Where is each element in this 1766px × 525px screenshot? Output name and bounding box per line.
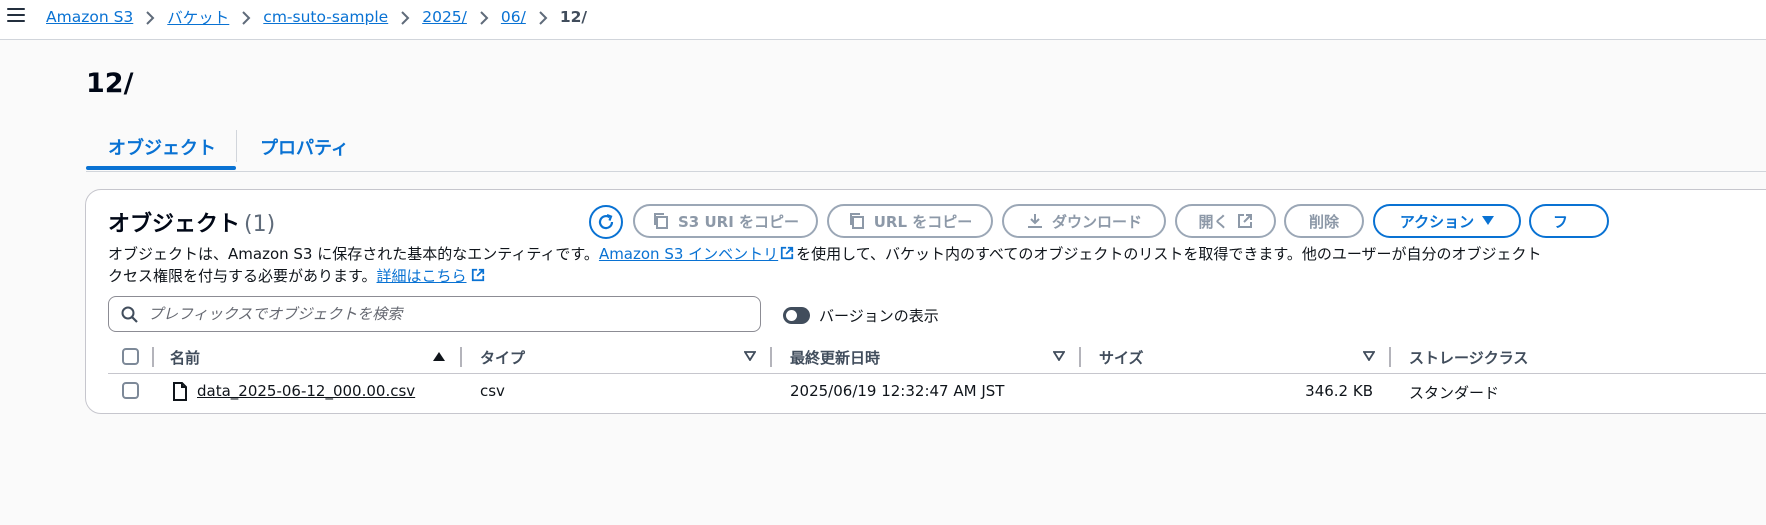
search-icon — [121, 306, 138, 323]
refresh-icon — [598, 213, 614, 230]
select-all-checkbox[interactable] — [122, 348, 139, 365]
sort-icon[interactable] — [744, 351, 756, 361]
refresh-button[interactable] — [589, 205, 623, 239]
version-toggle-label: バージョンの表示 — [819, 307, 939, 325]
breadcrumb-item-month[interactable]: 06/ — [501, 8, 526, 26]
caret-down-icon — [1482, 216, 1495, 225]
object-type: csv — [480, 382, 505, 400]
external-link-icon — [471, 268, 484, 282]
open-button[interactable]: 開く — [1175, 204, 1276, 238]
table-header: 名前 タイプ 最終更新日時 サイズ ストレージクラス — [108, 342, 1766, 374]
breadcrumb-item-bucket[interactable]: cm-suto-sample — [263, 8, 388, 26]
search-box — [108, 296, 761, 332]
delete-button[interactable]: 削除 — [1284, 204, 1364, 238]
page-title: 12/ — [86, 68, 134, 99]
sort-ascending-icon[interactable] — [433, 351, 445, 361]
description-text-2: を使用して、バケット内のすべてのオブジェクトのリストを取得できます。他のユーザー… — [796, 245, 1542, 263]
objects-count: (1) — [244, 212, 276, 237]
object-storage-class: スタンダード — [1409, 384, 1500, 402]
copy-s3-uri-label: S3 URI をコピー — [678, 212, 799, 231]
breadcrumb-current: 12/ — [559, 8, 588, 26]
active-tab-indicator — [86, 166, 236, 170]
delete-label: 削除 — [1308, 212, 1339, 231]
search-input[interactable] — [148, 305, 738, 323]
chevron-right-icon — [388, 8, 422, 26]
row-checkbox[interactable] — [122, 382, 139, 399]
sort-icon[interactable] — [1363, 351, 1375, 361]
column-separator[interactable] — [460, 347, 462, 367]
actions-label: アクション — [1399, 212, 1475, 231]
s3-inventory-link[interactable]: Amazon S3 インベントリ — [599, 245, 778, 263]
external-link-icon — [1237, 214, 1252, 228]
copy-url-button[interactable]: URL をコピー — [827, 204, 993, 238]
breadcrumb-item-year[interactable]: 2025/ — [422, 8, 467, 26]
breadcrumb-item-buckets[interactable]: バケット — [167, 6, 229, 28]
tab-divider — [236, 130, 237, 162]
chevron-right-icon — [467, 8, 501, 26]
chevron-right-icon — [133, 8, 167, 26]
tab-bar: オブジェクト プロパティ — [86, 124, 1766, 172]
copy-s3-uri-button[interactable]: S3 URI をコピー — [633, 204, 818, 238]
column-separator — [152, 347, 154, 367]
description-text-3: クセス権限を付与する必要があります。 — [108, 267, 377, 285]
description-text-1: オブジェクトは、Amazon S3 に保存された基本的なエンティティです。 — [108, 245, 599, 263]
file-icon — [173, 382, 187, 401]
objects-description: オブジェクトは、Amazon S3 に保存された基本的なエンティティです。Ama… — [108, 243, 1766, 287]
object-name-link[interactable]: data_2025-06-12_000.00.csv — [197, 382, 415, 400]
tab-objects[interactable]: オブジェクト — [108, 134, 216, 160]
download-button[interactable]: ダウンロード — [1002, 204, 1166, 238]
actions-dropdown-button[interactable]: アクション — [1373, 204, 1521, 238]
table-row: data_2025-06-12_000.00.csv csv 2025/06/1… — [108, 374, 1766, 410]
objects-header: オブジェクト (1) — [108, 206, 275, 238]
external-link-icon — [781, 246, 794, 260]
version-toggle-wrap: バージョンの表示 — [783, 305, 939, 326]
copy-icon — [849, 213, 864, 229]
version-toggle[interactable] — [783, 307, 810, 324]
column-separator[interactable] — [1389, 347, 1391, 367]
download-icon — [1027, 214, 1042, 228]
object-last-modified: 2025/06/19 12:32:47 AM JST — [790, 382, 1005, 400]
learn-more-link[interactable]: 詳細はこちら — [377, 267, 467, 285]
column-header-type[interactable]: タイプ — [480, 347, 525, 368]
column-header-size[interactable]: サイズ — [1099, 347, 1144, 368]
create-folder-label: フ — [1553, 212, 1569, 231]
open-label: 開く — [1198, 212, 1229, 231]
objects-panel: オブジェクト (1) S3 URI をコピー URL をコピー ダウンロード 開く… — [85, 189, 1766, 414]
tab-properties[interactable]: プロパティ — [260, 134, 349, 160]
column-header-last-modified[interactable]: 最終更新日時 — [790, 347, 880, 368]
chevron-right-icon — [229, 8, 263, 26]
column-header-storage-class[interactable]: ストレージクラス — [1409, 347, 1528, 368]
breadcrumb-item-s3[interactable]: Amazon S3 — [46, 8, 133, 26]
chevron-right-icon — [526, 8, 560, 26]
copy-url-label: URL をコピー — [873, 212, 973, 231]
breadcrumb: Amazon S3 バケット cm-suto-sample 2025/ 06/ … — [46, 7, 587, 27]
description-line-1: オブジェクトは、Amazon S3 に保存された基本的なエンティティです。Ama… — [108, 243, 1766, 265]
top-navigation-bar: Amazon S3 バケット cm-suto-sample 2025/ 06/ … — [0, 0, 1766, 40]
copy-icon — [654, 213, 668, 229]
column-separator[interactable] — [1079, 347, 1081, 367]
column-header-name[interactable]: 名前 — [170, 347, 200, 368]
download-label: ダウンロード — [1051, 212, 1142, 231]
sort-icon[interactable] — [1053, 351, 1065, 361]
column-separator[interactable] — [770, 347, 772, 367]
description-line-2: クセス権限を付与する必要があります。詳細はこちら — [108, 265, 1766, 287]
create-folder-button[interactable]: フ — [1529, 204, 1609, 238]
objects-title: オブジェクト — [108, 212, 241, 237]
object-size: 346.2 KB — [1305, 382, 1373, 400]
menu-icon[interactable] — [7, 8, 25, 22]
